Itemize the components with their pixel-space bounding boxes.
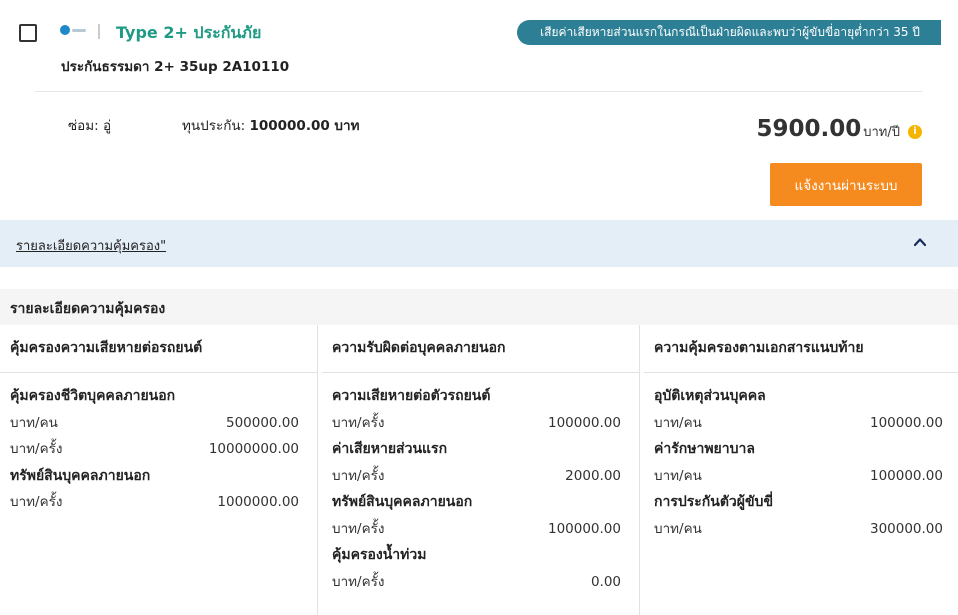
coverage-value: 2000.00 bbox=[565, 467, 621, 484]
sum-insured-label: ทุนประกัน: bbox=[182, 118, 246, 134]
plan-title: Type 2+ ประกันภัย bbox=[116, 23, 262, 42]
repair-label: ซ่อม: bbox=[68, 118, 99, 134]
coverage-value: 1000000.00 bbox=[217, 494, 299, 510]
coverage-group-name: อุบัติเหตุส่วนบุคคล bbox=[654, 388, 766, 404]
coverage-value: 0.00 bbox=[590, 573, 621, 590]
coverage-row: บาท/คน 300000.00 bbox=[654, 516, 943, 543]
warning-badge: เสียค่าเสียหายส่วนแรกในกรณีเป็นฝ่ายผิดแล… bbox=[517, 20, 941, 45]
coverage-unit: บาท/ครั้ง bbox=[332, 520, 385, 537]
coverage-unit: บาท/ครั้ง bbox=[332, 467, 385, 484]
coverage-column-third-party: ความเสียหายต่อตัวรถยนต์ บาท/ครั้ง 100000… bbox=[332, 383, 621, 595]
coverage-group-name: คุ้มครองน้ำท่วม bbox=[332, 547, 427, 563]
coverage-row: บาท/คน 500000.00 bbox=[10, 410, 299, 437]
coverage-group-name: ค่ารักษาพยาบาล bbox=[654, 441, 755, 457]
column-header-vehicle-damage: คุ้มครองความเสียหายต่อรถยนต์ bbox=[0, 325, 318, 373]
logo-divider bbox=[98, 24, 100, 39]
divider bbox=[35, 91, 922, 92]
coverage-unit: บาท/ครั้ง bbox=[332, 573, 385, 590]
chevron-up-icon[interactable] bbox=[914, 236, 926, 248]
column-header-third-party: ความรับผิดต่อบุคคลภายนอก bbox=[322, 325, 640, 373]
coverage-row: บาท/ครั้ง 100000.00 bbox=[332, 410, 621, 437]
coverage-value: 300000.00 bbox=[869, 520, 943, 537]
coverage-value: 500000.00 bbox=[225, 414, 299, 431]
sum-insured-value: 100000.00 บาท bbox=[249, 118, 360, 134]
coverage-group-name: ค่าเสียหายส่วนแรก bbox=[332, 441, 448, 457]
coverage-group-name: การประกันตัวผู้ขับขี่ bbox=[654, 494, 774, 510]
sum-insured-info: ทุนประกัน: 100000.00 บาท bbox=[182, 114, 359, 136]
plan-card: Type 2+ ประกันภัย เสียค่าเสียหายส่วนแรกใ… bbox=[0, 0, 958, 220]
coverage-details: รายละเอียดความคุ้มครอง คุ้มครองความเสียห… bbox=[0, 289, 958, 615]
column-header-riders: ความคุ้มครองตามเอกสารแนบท้าย bbox=[644, 325, 958, 373]
price-amount: 5900.00 bbox=[756, 116, 862, 142]
coverage-unit: บาท/คน bbox=[654, 467, 702, 484]
coverage-value: 100000.00 bbox=[869, 414, 943, 431]
coverage-row: บาท/ครั้ง 1000000.00 bbox=[10, 489, 299, 516]
coverage-value: 100000.00 bbox=[547, 520, 621, 537]
coverage-unit: บาท/ครั้ง bbox=[10, 494, 63, 510]
coverage-value: 100000.00 bbox=[869, 467, 943, 484]
coverage-row: บาท/คน 100000.00 bbox=[654, 463, 943, 490]
coverage-unit: บาท/คน bbox=[10, 414, 58, 431]
coverage-unit: บาท/ครั้ง bbox=[10, 441, 63, 457]
coverage-details-header: รายละเอียดความคุ้มครอง bbox=[0, 289, 958, 325]
price-unit: บาท/ปี bbox=[863, 125, 900, 140]
coverage-row: บาท/ครั้ง 2000.00 bbox=[332, 463, 621, 490]
info-icon[interactable]: i bbox=[908, 124, 922, 139]
repair-value: อู่ bbox=[103, 118, 112, 134]
insurer-logo-icon bbox=[60, 24, 88, 36]
coverage-toggle-bar[interactable]: รายละเอียดความคุ้มครอง" bbox=[0, 220, 958, 267]
column-divider bbox=[639, 325, 640, 615]
coverage-value: 100000.00 bbox=[547, 414, 621, 431]
coverage-row: บาท/ครั้ง 100000.00 bbox=[332, 516, 621, 543]
coverage-row: บาท/ครั้ง 10000000.00 bbox=[10, 436, 299, 463]
coverage-group-name: คุ้มครองชีวิตบุคคลภายนอก bbox=[10, 388, 176, 404]
coverage-row: บาท/ครั้ง 0.00 bbox=[332, 569, 621, 596]
column-divider bbox=[317, 325, 318, 615]
price: 5900.00 บาท/ปี i bbox=[756, 116, 922, 142]
coverage-unit: บาท/คน bbox=[654, 520, 702, 537]
repair-info: ซ่อม: อู่ bbox=[68, 114, 111, 136]
select-plan-checkbox[interactable] bbox=[19, 24, 37, 42]
coverage-details-title: รายละเอียดความคุ้มครอง bbox=[10, 301, 166, 317]
coverage-column-riders: อุบัติเหตุส่วนบุคคล บาท/คน 100000.00 ค่า… bbox=[654, 383, 943, 542]
coverage-unit: บาท/ครั้ง bbox=[332, 414, 385, 431]
coverage-column-vehicle-damage: คุ้มครองชีวิตบุคคลภายนอก บาท/คน 500000.0… bbox=[10, 383, 299, 516]
coverage-value: 10000000.00 bbox=[208, 441, 299, 457]
coverage-group-name: ความเสียหายต่อตัวรถยนต์ bbox=[332, 388, 491, 404]
coverage-group-name: ทรัพย์สินบุคคลภายนอก bbox=[10, 467, 151, 484]
coverage-details-link[interactable]: รายละเอียดความคุ้มครอง" bbox=[16, 235, 166, 256]
plan-subtitle: ประกันธรรมดา 2+ 35up 2A10110 bbox=[61, 59, 290, 75]
coverage-group-name: ทรัพย์สินบุคคลภายนอก bbox=[332, 494, 473, 510]
coverage-unit: บาท/คน bbox=[654, 414, 702, 431]
report-claim-button[interactable]: แจ้งงานผ่านระบบ bbox=[770, 163, 922, 206]
coverage-row: บาท/คน 100000.00 bbox=[654, 410, 943, 437]
